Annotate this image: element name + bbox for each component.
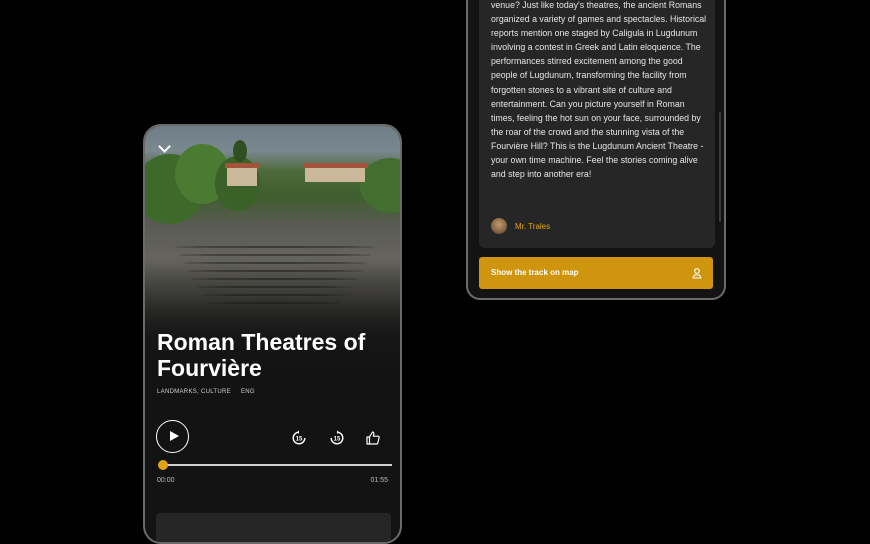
- svg-text:15: 15: [334, 437, 341, 443]
- play-button[interactable]: [156, 420, 189, 453]
- story-text: venue? Just like today's theatres, the a…: [491, 0, 707, 180]
- tag-category: LANDMARKS, CULTURE: [157, 389, 231, 395]
- author[interactable]: Mr. Trales: [491, 218, 550, 234]
- progress-handle[interactable]: [158, 460, 168, 470]
- time-total: 01:55: [370, 477, 388, 484]
- map-pin-icon: [692, 268, 702, 279]
- next-card[interactable]: [156, 513, 391, 542]
- story-phone: venue? Just like today's theatres, the a…: [466, 0, 726, 300]
- tag-language: ENG: [240, 389, 255, 395]
- play-icon: [170, 431, 179, 441]
- track-tags: LANDMARKS, CULTURE ENG: [157, 389, 255, 395]
- time-current: 00:00: [157, 477, 175, 484]
- track-title: Roman Theatres of Fourvière: [157, 329, 366, 381]
- map-button-label: Show the track on map: [491, 268, 579, 277]
- show-track-on-map-button[interactable]: Show the track on map: [479, 257, 713, 289]
- rewind-15-icon[interactable]: 15: [291, 430, 307, 446]
- player-phone: Roman Theatres of Fourvière LANDMARKS, C…: [143, 124, 402, 544]
- progress-bar[interactable]: [158, 460, 392, 470]
- avatar: [491, 218, 507, 234]
- scrollbar[interactable]: [719, 112, 721, 222]
- story-card: venue? Just like today's theatres, the a…: [479, 0, 715, 248]
- thumbs-up-icon[interactable]: [365, 430, 381, 446]
- author-name: Mr. Trales: [515, 221, 551, 231]
- forward-15-icon[interactable]: 15: [329, 430, 345, 446]
- svg-text:15: 15: [296, 437, 303, 443]
